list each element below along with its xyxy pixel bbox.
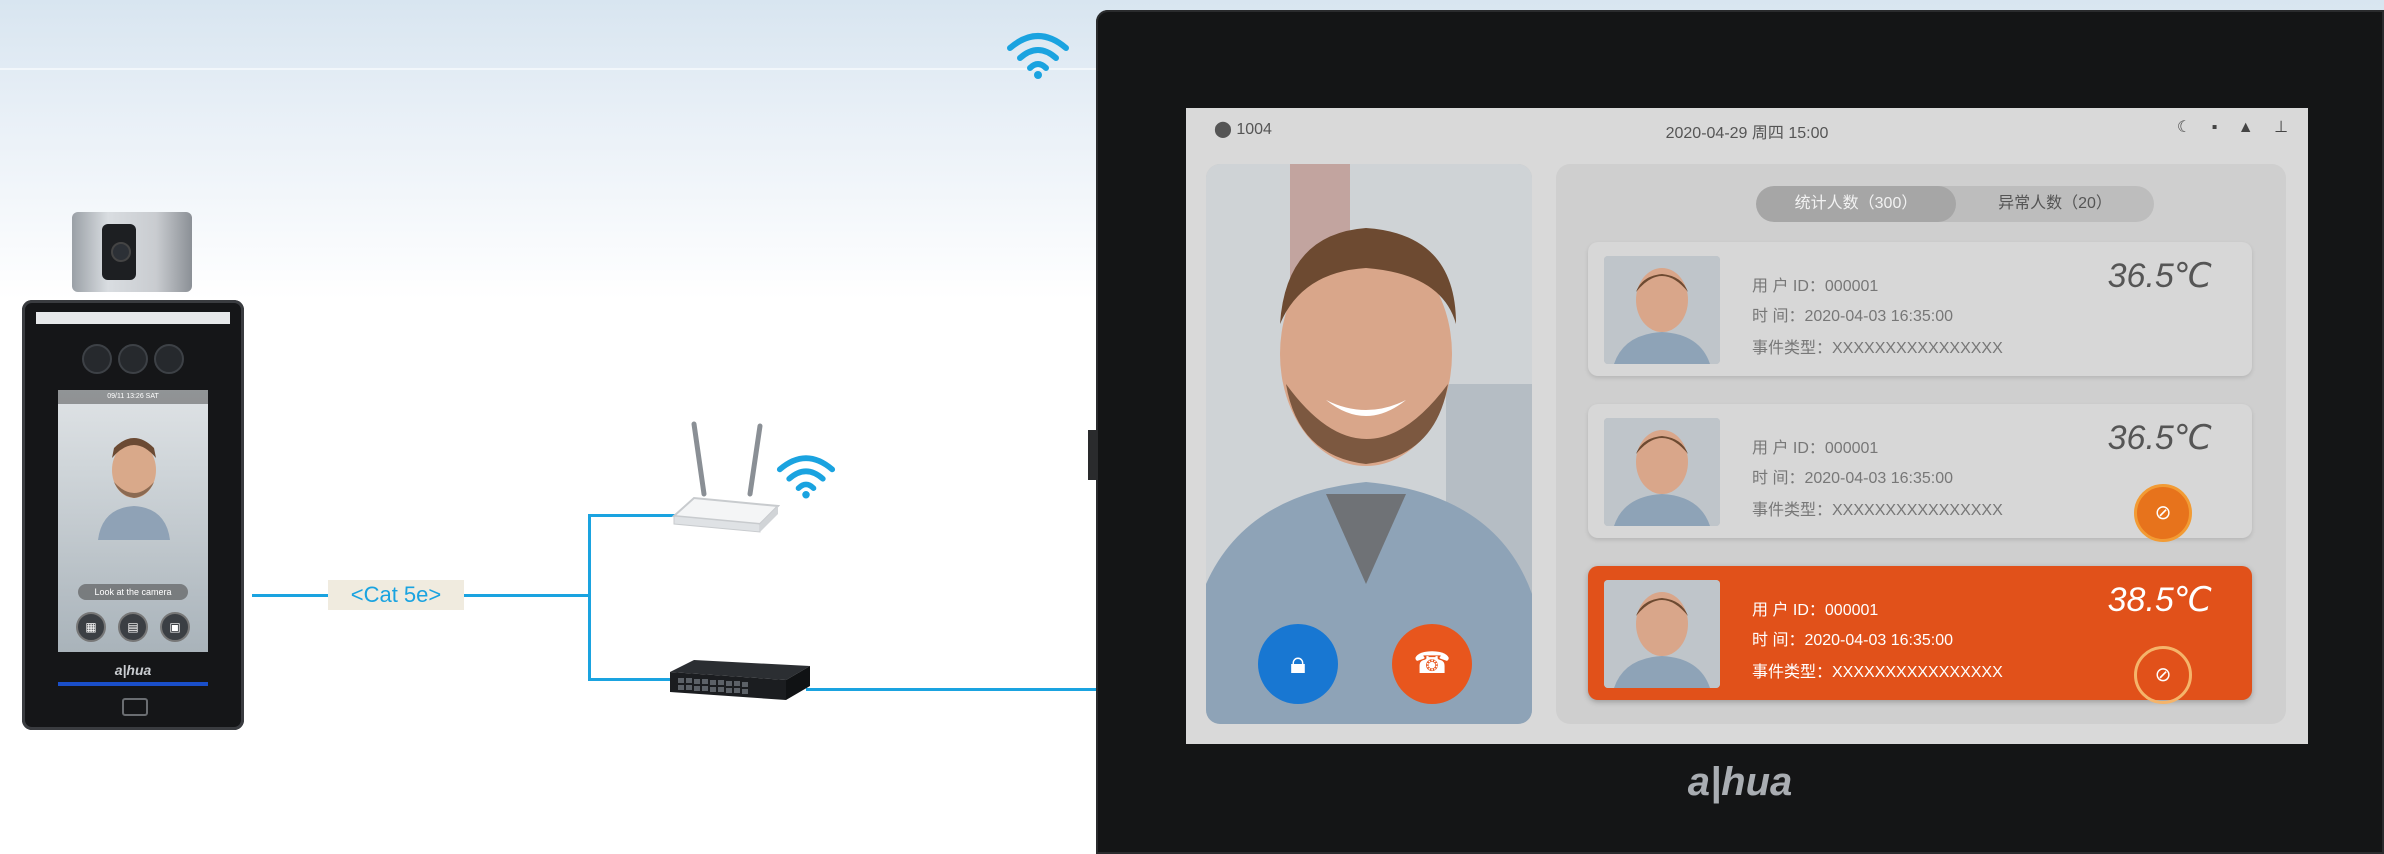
- background-line: [0, 68, 1100, 70]
- record-time: 时 间：2020-04-03 16:35:00: [1752, 632, 1954, 649]
- terminal-light-strip: [36, 312, 230, 324]
- monitor-screen: ⬤ 1004 2020-04-29 周四 15:00 ☾ ▪ ▲ ⊥ 🔒︎ ☎ …: [1186, 108, 2308, 744]
- terminal-camera-module: [72, 212, 192, 292]
- cable-type-label: <Cat 5e>: [328, 580, 464, 610]
- terminal-screen: 09/11 13:26 SAT Look at the camera ▦ ▤ ▣: [58, 390, 208, 652]
- terminal-sensors: [82, 344, 184, 374]
- sd-card-icon: ▪: [2211, 119, 2218, 136]
- alert-icon: ▲: [2237, 119, 2254, 136]
- lock-icon: 🔒︎: [1290, 647, 1306, 680]
- network-switch-icon: [670, 660, 810, 700]
- tab-total-count[interactable]: 统计人数（300）: [1756, 186, 1956, 222]
- monitor-side-button: [1088, 430, 1096, 480]
- record-item[interactable]: 用 户 ID：000001 时 间：2020-04-03 16:35:00 事件…: [1588, 404, 2252, 542]
- calendar-icon[interactable]: ▣: [160, 612, 190, 642]
- tab-abnormal-count[interactable]: 异常人数（20）: [1956, 186, 2154, 222]
- terminal-status-bar: 09/11 13:26 SAT: [58, 390, 208, 404]
- record-photo: [1604, 418, 1720, 526]
- record-user-id: 用 户 ID：000001: [1752, 440, 1879, 457]
- terminal-prompt: Look at the camera: [78, 584, 188, 600]
- temperature-record-panel: 统计人数（300） 异常人数（20） 用 户 ID：000001 时 间：202…: [1556, 164, 2286, 724]
- network-icon: ⊥: [2274, 119, 2288, 136]
- record-item-alert[interactable]: 用 户 ID：000001 时 间：2020-04-03 16:35:00 事件…: [1588, 566, 2252, 704]
- face-recognition-terminal: 09/11 13:26 SAT Look at the camera ▦ ▤ ▣…: [22, 300, 244, 730]
- wifi-icon: [1006, 30, 1070, 80]
- video-call-panel: 🔒︎ ☎: [1206, 164, 1532, 724]
- record-temperature: 36.5℃: [2107, 257, 2212, 295]
- record-temperature: 38.5℃: [2107, 581, 2212, 619]
- indoor-monitor: ⬤ 1004 2020-04-29 周四 15:00 ☾ ▪ ▲ ⊥ 🔒︎ ☎ …: [1088, 10, 2384, 854]
- router-wifi-icon: [776, 450, 836, 502]
- hang-up-button[interactable]: ☎: [1392, 624, 1472, 704]
- terminal-brand-logo: a|hua: [114, 662, 152, 678]
- record-photo: [1604, 580, 1720, 688]
- no-mask-warning-icon: ⊘: [2134, 484, 2192, 542]
- record-user-id: 用 户 ID：000001: [1752, 278, 1879, 295]
- visitor-video-feed: [1206, 164, 1532, 724]
- datetime: 2020-04-29 周四 15:00: [1665, 125, 1829, 142]
- unlock-button[interactable]: 🔒︎: [1258, 624, 1338, 704]
- record-event-type: 事件类型：XXXXXXXXXXXXXXXX: [1752, 502, 2003, 519]
- wireless-router-icon: [671, 421, 780, 533]
- cable-terminal-out: [252, 594, 330, 597]
- grid-icon[interactable]: ▦: [76, 612, 106, 642]
- record-time: 时 间：2020-04-03 16:35:00: [1752, 470, 1954, 487]
- record-event-type: 事件类型：XXXXXXXXXXXXXXXX: [1752, 340, 2003, 357]
- monitor-status-bar: ⬤ 1004 2020-04-29 周四 15:00 ☾ ▪ ▲ ⊥: [1186, 108, 2308, 148]
- record-photo: [1604, 256, 1720, 364]
- record-temperature: 36.5℃: [2107, 419, 2212, 457]
- record-item[interactable]: 用 户 ID：000001 时 间：2020-04-03 16:35:00 事件…: [1588, 242, 2252, 376]
- card-reader-icon: [122, 698, 148, 716]
- card-icon[interactable]: ▤: [118, 612, 148, 642]
- cable-vertical-junction: [588, 514, 591, 680]
- terminal-status-light: [58, 682, 208, 686]
- phone-hangup-icon: ☎: [1413, 647, 1451, 680]
- cable-to-junction: [464, 594, 590, 597]
- camera-lens-icon: [102, 224, 136, 280]
- person-face-icon: [98, 438, 170, 540]
- monitor-brand-logo: a|hua: [1687, 760, 1793, 804]
- moon-icon: ☾: [2176, 119, 2192, 136]
- terminal-buttons: ▦ ▤ ▣: [72, 612, 194, 642]
- no-mask-warning-icon: ⊘: [2134, 646, 2192, 704]
- record-event-type: 事件类型：XXXXXXXXXXXXXXXX: [1752, 664, 2003, 681]
- record-tabs: 统计人数（300） 异常人数（20）: [1756, 186, 2154, 222]
- status-icons: ☾ ▪ ▲ ⊥: [2161, 117, 2288, 137]
- record-time: 时 间：2020-04-03 16:35:00: [1752, 308, 1954, 325]
- record-user-id: 用 户 ID：000001: [1752, 602, 1879, 619]
- cable-to-router: [588, 514, 676, 517]
- cable-to-switch: [588, 678, 674, 681]
